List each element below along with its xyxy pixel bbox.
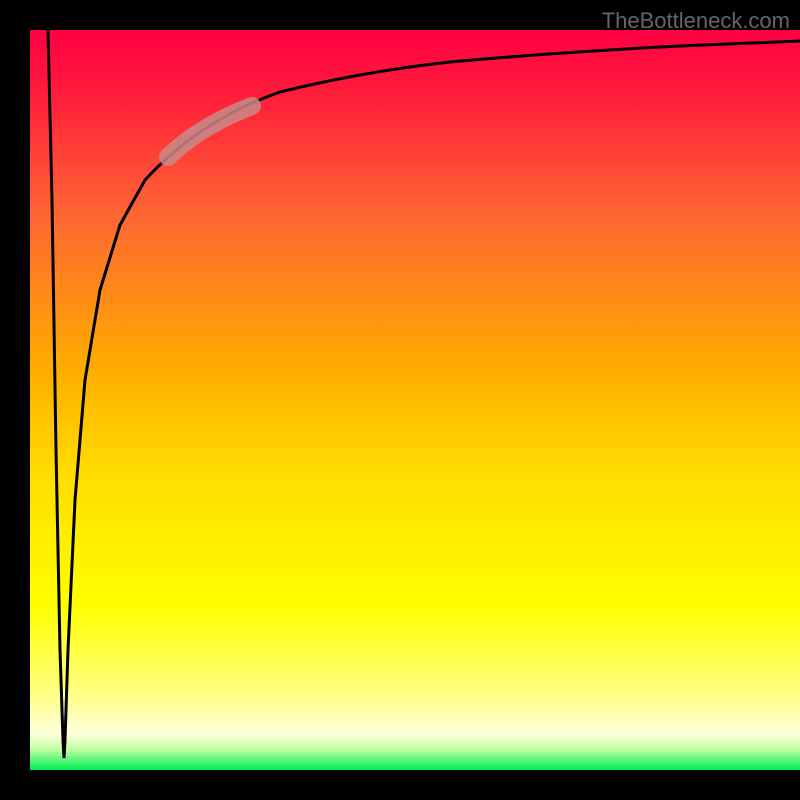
chart-svg <box>0 0 800 800</box>
chart-container: TheBottleneck.com <box>0 0 800 800</box>
frame-bottom <box>0 770 800 800</box>
watermark-text: TheBottleneck.com <box>602 8 790 34</box>
plot-background <box>30 30 800 770</box>
frame-left <box>0 0 30 800</box>
